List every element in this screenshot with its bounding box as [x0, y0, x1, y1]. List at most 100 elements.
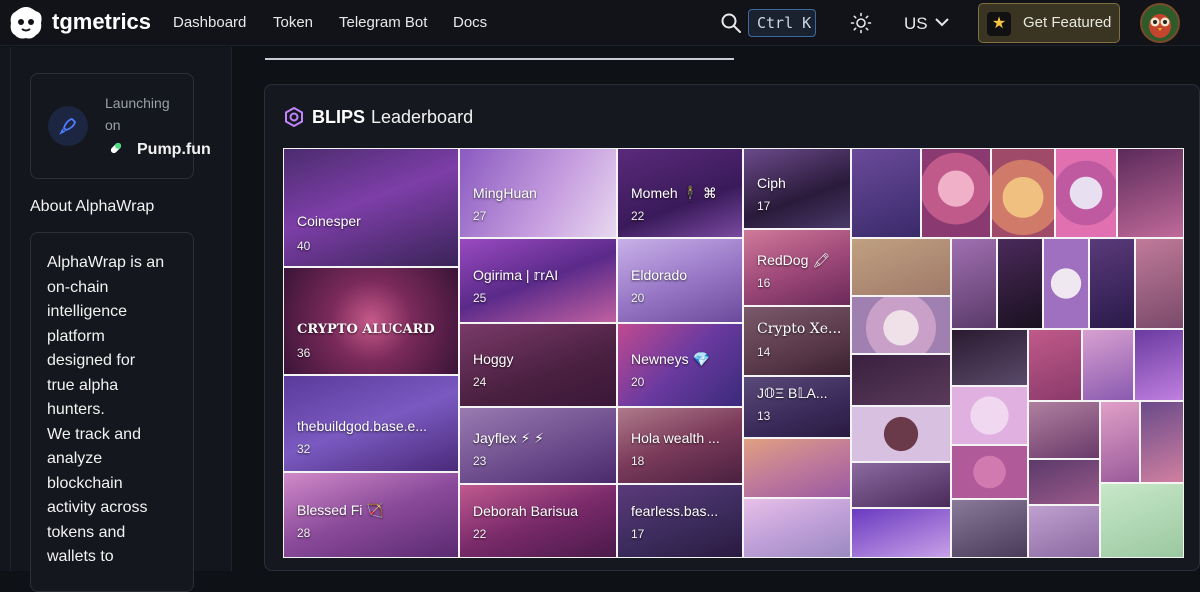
treemap-tile[interactable] — [852, 463, 950, 507]
treemap-tile[interactable]: thebuildgod.base.e... 32 — [284, 376, 458, 471]
brand-name[interactable]: tgmetrics — [52, 9, 151, 35]
tile-count: 32 — [297, 442, 311, 456]
treemap-tile[interactable]: Ciph 17 — [744, 149, 850, 228]
treemap-tile[interactable] — [852, 239, 950, 295]
treemap-tile[interactable] — [992, 149, 1054, 237]
tile-count: 22 — [473, 527, 487, 541]
tile-count: 18 — [631, 454, 645, 468]
tile-name: thebuildgod.base.e... — [297, 418, 427, 434]
tile-name: Ogirima | 𝕣rAI — [473, 267, 559, 283]
tile-name: Momeh 🕴 ⌘ — [631, 185, 717, 201]
tile-name: CRYPTO ALUCARD — [297, 322, 435, 337]
treemap-tile[interactable]: Deborah Barisua 22 — [460, 485, 616, 557]
tile-count: 17 — [631, 527, 645, 541]
tile-count: 17 — [757, 199, 771, 213]
treemap-tile[interactable] — [1118, 149, 1183, 237]
treemap-tile[interactable]: J𝕆Ξ B𝕃A... 13 — [744, 377, 850, 437]
tile-name: Blessed Fi 🏹 — [297, 502, 384, 518]
pump-fun-link[interactable]: Pump.fun — [137, 141, 211, 159]
user-avatar[interactable] — [1140, 3, 1180, 43]
tile-name: Coinesper — [297, 213, 361, 229]
tile-count: 40 — [297, 239, 311, 253]
nav-telegram-bot[interactable]: Telegram Bot — [339, 14, 427, 31]
tab-underline — [265, 58, 734, 60]
treemap-tile[interactable] — [1056, 149, 1116, 237]
treemap-tile[interactable] — [922, 149, 990, 237]
treemap-tile[interactable] — [1029, 506, 1099, 557]
get-featured-button[interactable]: ★ Get Featured — [978, 3, 1120, 43]
treemap-tile[interactable] — [1029, 402, 1099, 458]
get-featured-label: Get Featured — [1023, 14, 1112, 31]
treemap-tile[interactable] — [1083, 330, 1133, 400]
treemap-tile[interactable] — [1029, 460, 1099, 504]
search-icon[interactable] — [720, 12, 742, 34]
treemap-tile[interactable] — [952, 239, 996, 328]
tile-count: 28 — [297, 526, 311, 540]
treemap-tile[interactable] — [1090, 239, 1134, 328]
tile-count: 13 — [757, 409, 771, 423]
rocket-icon-container — [48, 106, 88, 146]
tile-name: Hola wealth ... — [631, 430, 720, 446]
treemap-tile[interactable]: MingHuan 27 — [460, 149, 616, 237]
treemap-tile[interactable] — [1141, 402, 1183, 482]
about-title: About AlphaWrap — [30, 198, 155, 215]
rocket-icon — [59, 118, 76, 135]
tile-count: 20 — [631, 375, 645, 389]
treemap-tile[interactable] — [998, 239, 1042, 328]
treemap-tile[interactable] — [1044, 239, 1088, 328]
tile-count: 23 — [473, 454, 487, 468]
treemap-tile[interactable] — [952, 446, 1027, 498]
nav-token[interactable]: Token — [273, 14, 313, 31]
tile-count: 27 — [473, 209, 487, 223]
treemap-tile[interactable]: Jayflex ⚡ ⚡ 23 — [460, 408, 616, 483]
treemap-tile[interactable]: Blessed Fi 🏹 28 — [284, 473, 458, 557]
treemap-tile[interactable] — [1101, 402, 1139, 482]
treemap-tile[interactable] — [744, 439, 850, 497]
chevron-down-icon[interactable] — [934, 16, 950, 28]
nav-docs[interactable]: Docs — [453, 14, 487, 31]
treemap-tile[interactable] — [1135, 330, 1183, 400]
treemap-tile[interactable] — [1136, 239, 1183, 328]
treemap-tile[interactable] — [952, 330, 1027, 385]
treemap-tile[interactable]: Newneys 💎 20 — [618, 324, 742, 406]
treemap-tile[interactable] — [852, 297, 950, 353]
nav-dashboard[interactable]: Dashboard — [173, 14, 246, 31]
treemap-tile[interactable] — [1101, 484, 1183, 557]
launching-on-label: Launching on — [105, 95, 170, 133]
leaderboard-treemap: Coinesper 40 CRYPTO ALUCARD 36 thebuildg… — [283, 148, 1184, 558]
treemap-tile[interactable] — [744, 499, 850, 557]
treemap-tile[interactable] — [1029, 330, 1081, 400]
tile-name: Crypto Xe... — [757, 321, 842, 337]
tile-count: 22 — [631, 209, 645, 223]
treemap-tile[interactable]: Hoggy 24 — [460, 324, 616, 406]
about-description: AlphaWrap is an on-chain intelligence pl… — [47, 254, 165, 565]
treemap-tile[interactable] — [852, 509, 950, 557]
blips-logo-icon — [285, 107, 303, 127]
pill-icon — [110, 142, 122, 154]
treemap-tile[interactable] — [852, 149, 920, 237]
tgmetrics-logo-icon[interactable] — [8, 5, 44, 41]
treemap-tile[interactable] — [952, 500, 1027, 557]
tile-name: J𝕆Ξ B𝕃A... — [757, 385, 828, 401]
tile-count: 25 — [473, 291, 487, 305]
treemap-tile[interactable]: Hola wealth ... 18 — [618, 408, 742, 483]
treemap-tile[interactable]: Ogirima | 𝕣rAI 25 — [460, 239, 616, 322]
treemap-tile[interactable] — [852, 355, 950, 405]
tile-name: fearless.bas... — [631, 503, 719, 519]
treemap-tile[interactable]: RedDog 🖍 16 — [744, 230, 850, 305]
search-shortcut-input[interactable]: Ctrl K — [748, 9, 816, 37]
owl-avatar-icon — [1142, 5, 1178, 41]
treemap-tile[interactable]: Eldorado 20 — [618, 239, 742, 322]
treemap-tile[interactable]: CRYPTO ALUCARD 36 — [284, 268, 458, 374]
treemap-tile[interactable]: Momeh 🕴 ⌘ 22 — [618, 149, 742, 237]
sun-icon[interactable] — [850, 12, 872, 34]
language-selector[interactable]: US — [904, 14, 928, 34]
treemap-tile[interactable] — [952, 387, 1027, 444]
treemap-tile[interactable] — [852, 407, 950, 461]
about-card: AlphaWrap is an on-chain intelligence pl… — [30, 232, 194, 592]
treemap-tile[interactable]: Coinesper 40 — [284, 149, 458, 266]
treemap-tile[interactable]: Crypto Xe... 14 — [744, 307, 850, 375]
treemap-tile[interactable]: fearless.bas... 17 — [618, 485, 742, 557]
tile-name: Newneys 💎 — [631, 351, 710, 367]
tile-count: 16 — [757, 276, 771, 290]
